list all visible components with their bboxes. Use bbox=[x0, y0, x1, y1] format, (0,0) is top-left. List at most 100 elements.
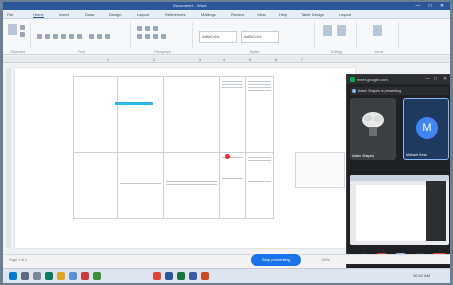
copy-icon[interactable] bbox=[20, 32, 25, 37]
tab-mailings[interactable]: Mailings bbox=[201, 12, 216, 17]
tab-table-design[interactable]: Table Design bbox=[301, 12, 324, 17]
find-icon[interactable] bbox=[323, 25, 332, 36]
powerpoint-icon[interactable] bbox=[201, 272, 209, 280]
style-normal[interactable]: AaBbCcDd bbox=[199, 31, 237, 43]
ribbon-tab-strip: File Home Insert Draw Design Layout Refe… bbox=[3, 10, 450, 19]
underline-icon[interactable] bbox=[53, 34, 58, 39]
group-label: Font bbox=[77, 50, 85, 54]
table-cell[interactable] bbox=[219, 152, 246, 219]
preview-page bbox=[356, 185, 426, 241]
editing-group: Editing bbox=[317, 22, 357, 54]
desktop-screen: Document1 - Word — □ ✕ File Home Insert … bbox=[3, 2, 450, 283]
multilevel-list-icon[interactable] bbox=[153, 26, 158, 31]
table-cell[interactable] bbox=[117, 152, 164, 219]
tab-layout[interactable]: Layout bbox=[137, 12, 149, 17]
table-cell[interactable] bbox=[73, 152, 118, 219]
align-center-icon[interactable] bbox=[145, 34, 150, 39]
ruler-tick: 4 bbox=[223, 58, 225, 62]
cut-icon[interactable] bbox=[20, 25, 25, 30]
tab-insert[interactable]: Insert bbox=[59, 12, 69, 17]
text-line bbox=[248, 84, 271, 85]
italic-icon[interactable] bbox=[45, 34, 50, 39]
tab-design[interactable]: Design bbox=[109, 12, 121, 17]
meet-close-button[interactable]: ✕ bbox=[443, 76, 447, 82]
meet-logo-icon bbox=[350, 77, 355, 82]
mail-icon[interactable] bbox=[69, 272, 77, 280]
numbering-icon[interactable] bbox=[145, 26, 150, 31]
page-count: Page 1 of 1 bbox=[9, 258, 27, 262]
ruler-tick: 6 bbox=[275, 58, 277, 62]
edge-icon[interactable] bbox=[45, 272, 53, 280]
table-cell[interactable] bbox=[245, 76, 274, 153]
stop-presenting-button[interactable]: Stop presenting bbox=[251, 254, 301, 266]
meet-minimize-button[interactable]: — bbox=[425, 76, 430, 82]
comment-box[interactable] bbox=[295, 152, 345, 188]
excel-icon[interactable] bbox=[177, 272, 185, 280]
font-color-icon[interactable] bbox=[105, 34, 110, 39]
tab-home[interactable]: Home bbox=[33, 12, 44, 18]
plant-avatar-icon bbox=[362, 112, 384, 136]
highlight-color-icon[interactable] bbox=[97, 34, 102, 39]
bold-icon[interactable] bbox=[37, 34, 42, 39]
tab-view[interactable]: View bbox=[257, 12, 266, 17]
participant-tile[interactable]: Adam Shapiro bbox=[350, 98, 396, 160]
superscript-icon[interactable] bbox=[77, 34, 82, 39]
tab-references[interactable]: References bbox=[165, 12, 185, 17]
style-no-spacing[interactable]: AaBbCcDd bbox=[241, 31, 279, 43]
table-cell[interactable] bbox=[219, 76, 246, 153]
justify-icon[interactable] bbox=[161, 34, 166, 39]
text-line bbox=[248, 157, 271, 158]
subscript-icon[interactable] bbox=[69, 34, 74, 39]
participant-tile[interactable]: M Michael Kess bbox=[403, 98, 449, 160]
tab-draw[interactable]: Draw bbox=[85, 12, 94, 17]
ruler-tick: 7 bbox=[301, 58, 303, 62]
close-button[interactable]: ✕ bbox=[438, 3, 446, 9]
bullets-icon[interactable] bbox=[137, 26, 142, 31]
word-titlebar: Document1 - Word — □ ✕ bbox=[3, 2, 450, 10]
task-view-icon[interactable] bbox=[33, 272, 41, 280]
tab-review[interactable]: Review bbox=[231, 12, 244, 17]
tab-table-layout[interactable]: Layout bbox=[339, 12, 351, 17]
text-effects-icon[interactable] bbox=[89, 34, 94, 39]
paste-icon[interactable] bbox=[8, 24, 17, 35]
table-cell[interactable] bbox=[163, 152, 220, 219]
meet-window[interactable]: meet.google.com — □ ✕ Adam Shapiro is pr… bbox=[346, 74, 450, 269]
table-cell[interactable] bbox=[163, 76, 220, 153]
app-icon[interactable] bbox=[81, 272, 89, 280]
app-icon[interactable] bbox=[189, 272, 197, 280]
align-right-icon[interactable] bbox=[153, 34, 158, 39]
screen-share-preview[interactable] bbox=[350, 175, 449, 245]
document-page[interactable] bbox=[15, 68, 355, 248]
zoom-level[interactable]: 100% bbox=[321, 258, 330, 262]
minimize-button[interactable]: — bbox=[414, 3, 422, 9]
maximize-button[interactable]: □ bbox=[426, 3, 434, 9]
dictate-icon[interactable] bbox=[373, 25, 382, 36]
text-line bbox=[222, 178, 243, 179]
clock[interactable]: 10:42 AM bbox=[413, 273, 430, 278]
table-cell[interactable] bbox=[245, 152, 274, 219]
group-label: Styles bbox=[249, 50, 260, 54]
tab-file[interactable]: File bbox=[7, 12, 13, 17]
start-icon[interactable] bbox=[9, 272, 17, 280]
group-label: Voice bbox=[374, 50, 383, 54]
word-statusbar: Page 1 of 1 100% bbox=[3, 254, 450, 264]
presenting-text: Adam Shapiro is presenting bbox=[358, 89, 401, 93]
text-line bbox=[248, 90, 271, 91]
cursor-marker bbox=[225, 154, 230, 159]
table-row bbox=[73, 76, 274, 153]
chrome-icon[interactable] bbox=[153, 272, 161, 280]
replace-icon[interactable] bbox=[337, 25, 346, 36]
tab-help[interactable]: Help bbox=[279, 12, 287, 17]
meet-maximize-button[interactable]: □ bbox=[434, 76, 437, 82]
word-icon[interactable] bbox=[165, 272, 173, 280]
table-cell[interactable] bbox=[117, 76, 164, 153]
app-icon[interactable] bbox=[93, 272, 101, 280]
document-table[interactable] bbox=[73, 76, 274, 219]
file-explorer-icon[interactable] bbox=[57, 272, 65, 280]
strikethrough-icon[interactable] bbox=[61, 34, 66, 39]
avatar: M bbox=[416, 117, 438, 139]
search-icon[interactable] bbox=[21, 272, 29, 280]
align-left-icon[interactable] bbox=[137, 34, 142, 39]
taskbar: 10:42 AM bbox=[3, 268, 450, 283]
table-cell[interactable] bbox=[73, 76, 118, 153]
